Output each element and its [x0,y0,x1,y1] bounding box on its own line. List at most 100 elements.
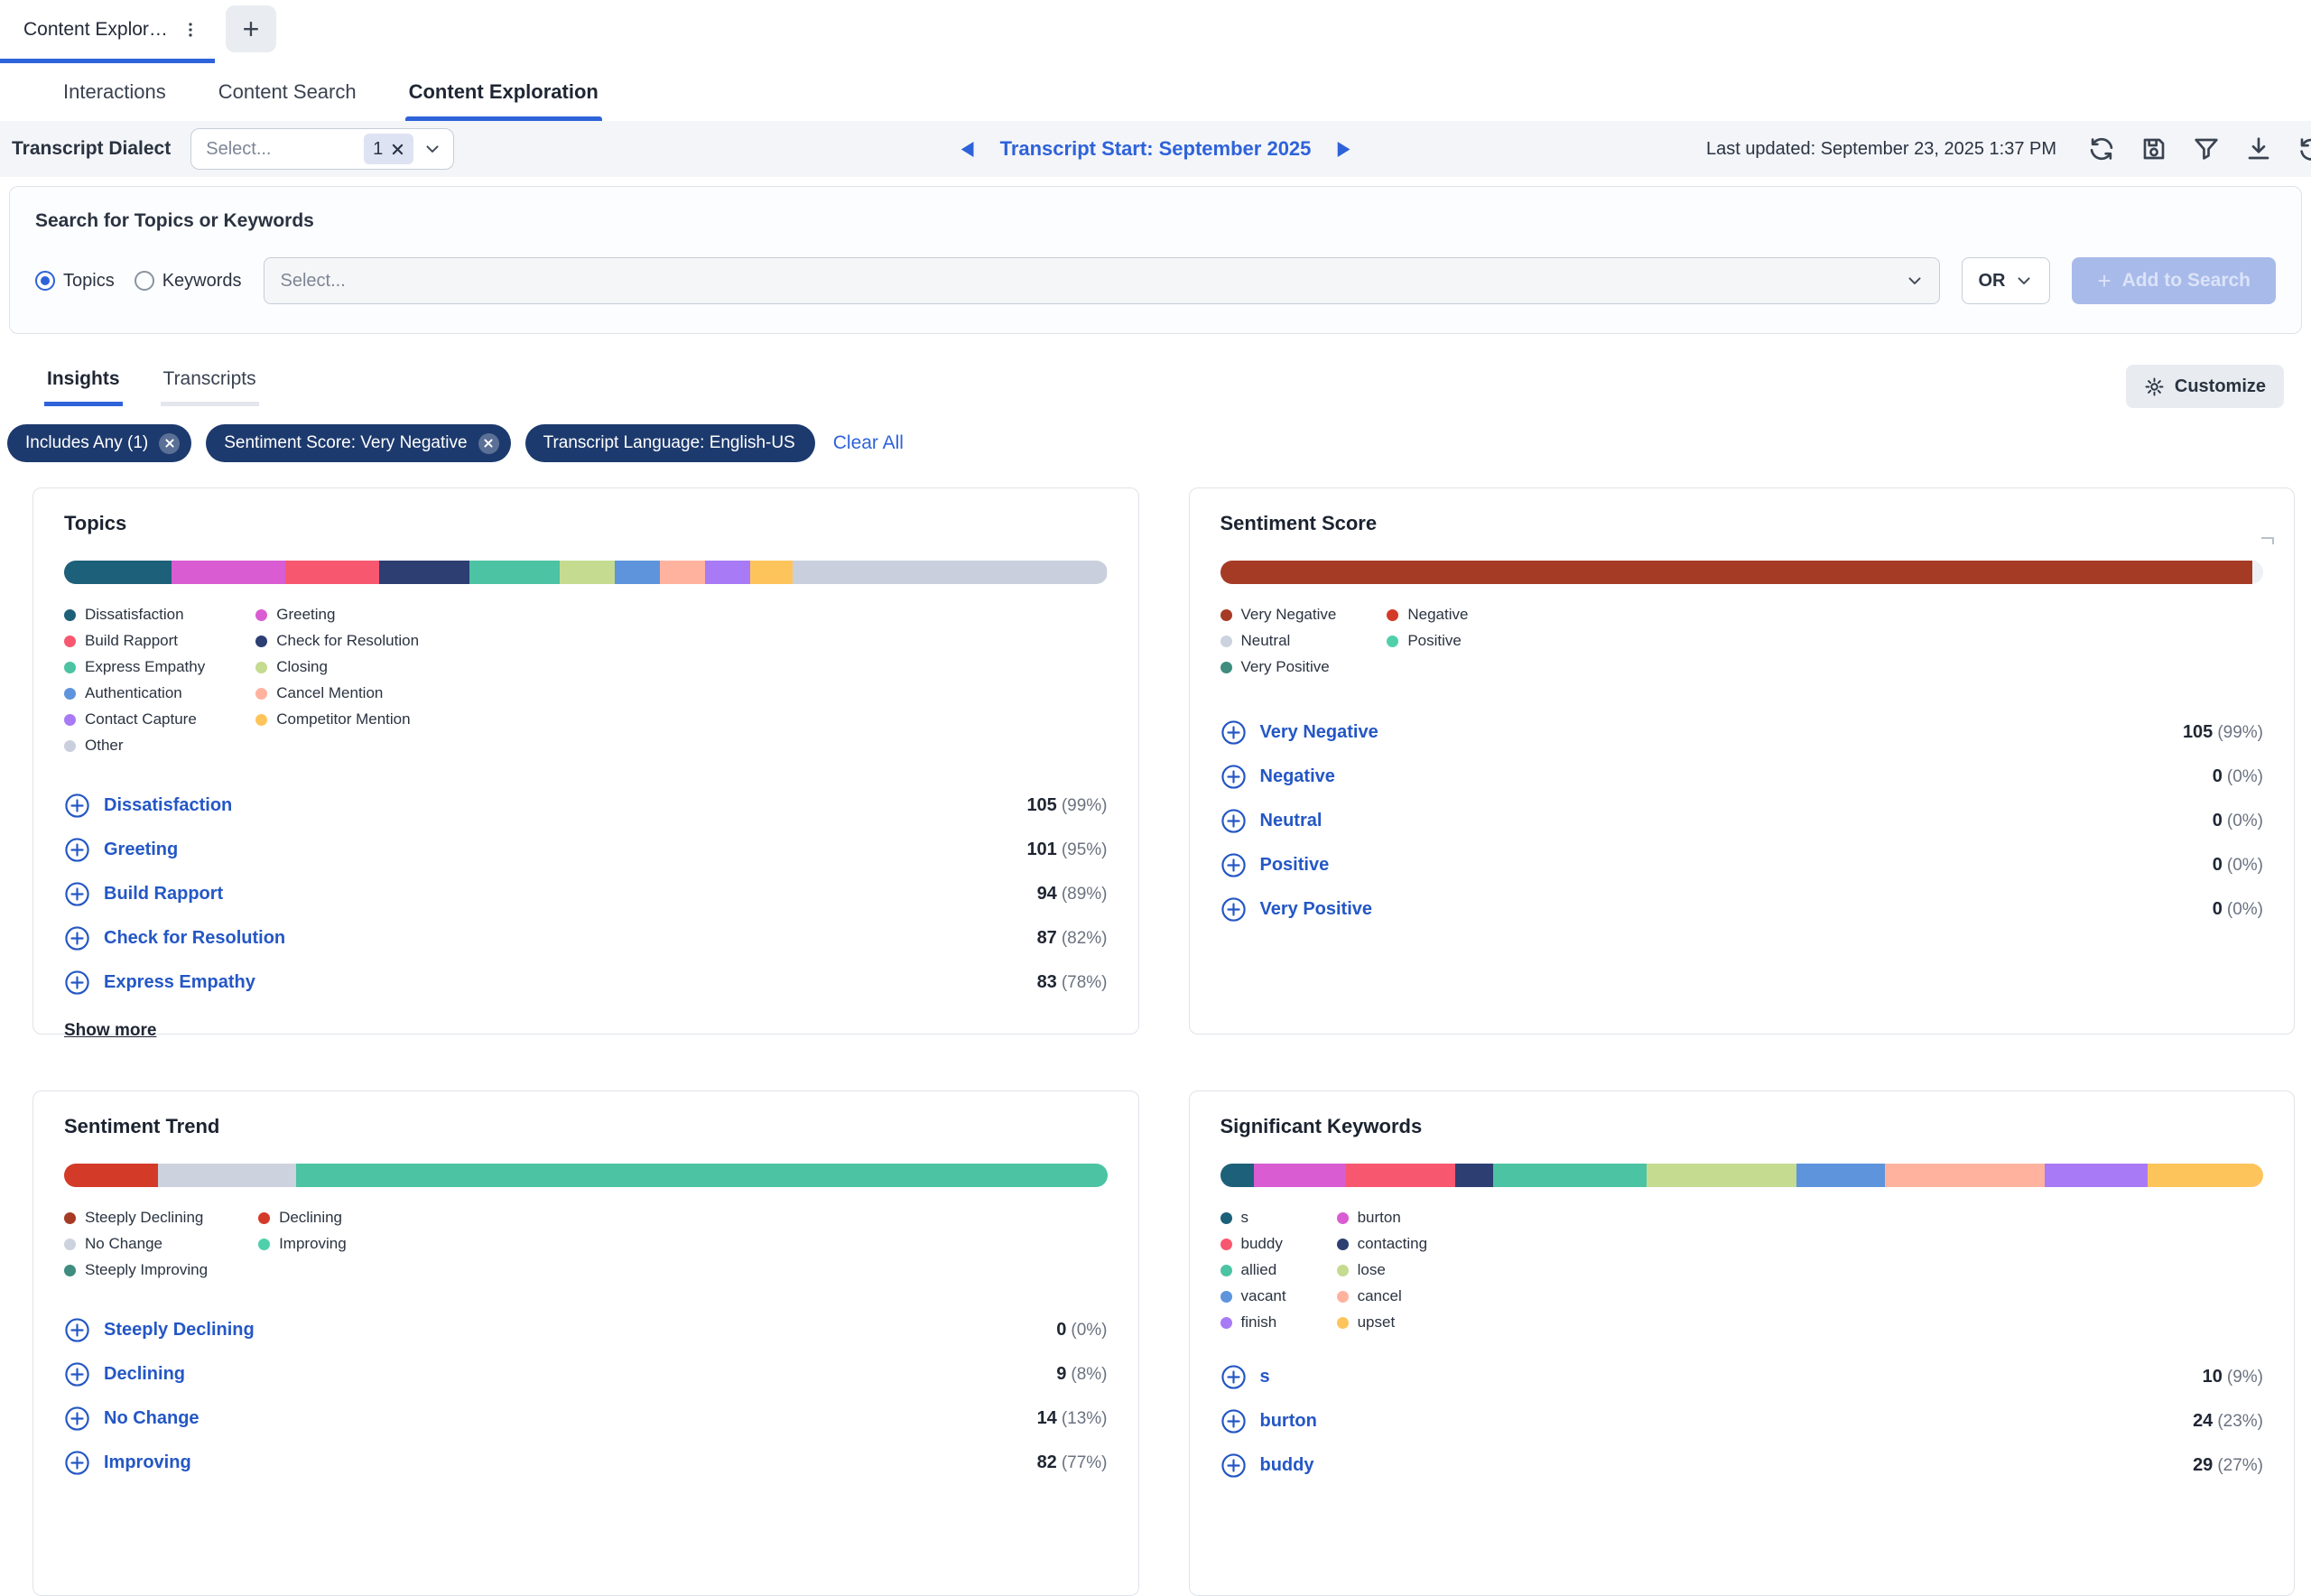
row-label-link[interactable]: Neutral [1260,811,1323,831]
chevron-down-icon [2014,271,2034,291]
legend-label: Contact Capture [85,710,197,728]
customize-button[interactable]: Customize [2126,365,2284,408]
legend-item: cancel [1337,1287,1428,1305]
expand-plus-icon[interactable] [1220,1452,1247,1479]
kebab-menu-icon[interactable] [181,20,200,40]
clear-selection-icon[interactable] [391,143,404,156]
refresh-icon[interactable] [2087,135,2116,163]
legend-label: vacant [1241,1287,1286,1305]
bar-segment [1455,1164,1493,1187]
show-more-link[interactable]: Show more [64,1021,156,1041]
bar-segment [1796,1164,1885,1187]
expand-plus-icon[interactable] [1220,1408,1247,1434]
topics-select-placeholder: Select... [281,271,346,292]
expand-plus-icon[interactable] [1220,852,1247,878]
expand-plus-icon[interactable] [64,881,90,907]
filter-chip-transcript-language[interactable]: Transcript Language: English-US [525,424,815,462]
filter-chip-sentiment-score[interactable]: Sentiment Score: Very Negative [206,424,510,462]
filter-icon[interactable] [2192,135,2221,163]
legend-dot-icon [255,662,267,673]
row-label-link[interactable]: No Change [104,1408,200,1429]
legend-dot-icon [64,636,76,647]
table-row: s 10(9%) [1220,1355,2264,1399]
row-label-link[interactable]: Express Empathy [104,972,255,993]
expand-plus-icon[interactable] [1220,719,1247,746]
row-label-link[interactable]: Very Positive [1260,899,1373,920]
row-label-link[interactable]: Greeting [104,840,178,860]
row-label-link[interactable]: Dissatisfaction [104,795,232,816]
radio-topics[interactable]: Topics [35,271,115,292]
new-tab-button[interactable]: + [226,5,276,52]
row-label-link[interactable]: Build Rapport [104,884,223,905]
expand-plus-icon[interactable] [1220,764,1247,790]
topics-select[interactable]: Select... [264,257,1941,304]
nav-tab-content-exploration[interactable]: Content Exploration [409,63,599,121]
transcript-dialect-select[interactable]: Select... 1 [190,128,454,170]
tab-transcripts[interactable]: Transcripts [161,365,259,406]
operator-select[interactable]: OR [1962,257,2050,304]
row-label-link[interactable]: Positive [1260,855,1330,876]
bar-segment [285,561,379,584]
dialect-selection-badge[interactable]: 1 [364,134,413,164]
expand-plus-icon[interactable] [1220,1364,1247,1390]
next-period-icon[interactable] [1336,141,1351,158]
legend-label: Very Negative [1241,606,1337,624]
row-label-link[interactable]: Declining [104,1364,185,1385]
legend-dot-icon [1220,636,1232,647]
legend-item: contacting [1337,1235,1428,1253]
row-label-link[interactable]: s [1260,1367,1270,1387]
row-label-link[interactable]: Check for Resolution [104,928,285,949]
expand-plus-icon[interactable] [64,1317,90,1343]
expand-plus-icon[interactable] [64,970,90,996]
table-row: Check for Resolution 87(82%) [64,916,1108,960]
legend-label: cancel [1358,1287,1402,1305]
expand-plus-icon[interactable] [1220,896,1247,923]
badge-count: 1 [373,139,383,160]
legend-item: s [1220,1209,1286,1227]
expand-plus-icon[interactable] [64,1406,90,1432]
expand-plus-icon[interactable] [64,837,90,863]
bar-segment [172,561,286,584]
browser-tab[interactable]: Content Explor… [0,0,215,63]
undo-icon[interactable] [2297,135,2311,163]
nav-tab-content-search[interactable]: Content Search [218,63,357,121]
period-label[interactable]: Transcript Start: September 2025 [1000,137,1312,161]
plus-icon: + [243,13,260,46]
bar-segment [1346,1164,1455,1187]
row-label-link[interactable]: Improving [104,1452,191,1473]
bar-segment [1647,1164,1796,1187]
save-icon[interactable] [2139,135,2168,163]
legend-label: Improving [279,1235,347,1253]
remove-filter-icon[interactable] [159,433,180,454]
row-label-link[interactable]: Negative [1260,766,1335,787]
legend-dot-icon [258,1212,270,1224]
legend-item: vacant [1220,1287,1286,1305]
previous-period-icon[interactable] [960,141,975,158]
radio-keywords[interactable]: Keywords [135,271,242,292]
radio-selected-icon[interactable] [35,271,55,291]
view-tabs: Insights Transcripts [44,365,259,406]
radio-unselected-icon[interactable] [135,271,154,291]
row-label-link[interactable]: buddy [1260,1455,1314,1476]
legend-item: Steeply Improving [64,1261,208,1279]
expand-plus-icon[interactable] [1220,808,1247,834]
tab-insights[interactable]: Insights [44,365,123,406]
legend-item: Check for Resolution [255,632,419,650]
row-label-link[interactable]: Very Negative [1260,722,1378,743]
row-label-link[interactable]: burton [1260,1411,1317,1432]
legend-item: Contact Capture [64,710,205,728]
expand-plus-icon[interactable] [64,1361,90,1387]
nav-tab-interactions[interactable]: Interactions [63,63,166,121]
download-icon[interactable] [2244,135,2273,163]
app-nav: Interactions Content Search Content Expl… [0,63,2311,121]
remove-filter-icon[interactable] [478,433,499,454]
expand-plus-icon[interactable] [64,925,90,951]
expand-plus-icon[interactable] [64,1450,90,1476]
legend-dot-icon [1220,1317,1232,1329]
bar-segment [1493,1164,1647,1187]
expand-plus-icon[interactable] [64,793,90,819]
filter-chip-includes-any[interactable]: Includes Any (1) [7,424,191,462]
clear-all-link[interactable]: Clear All [833,432,904,454]
row-label-link[interactable]: Steeply Declining [104,1320,255,1341]
add-to-search-button[interactable]: + Add to Search [2072,257,2276,304]
